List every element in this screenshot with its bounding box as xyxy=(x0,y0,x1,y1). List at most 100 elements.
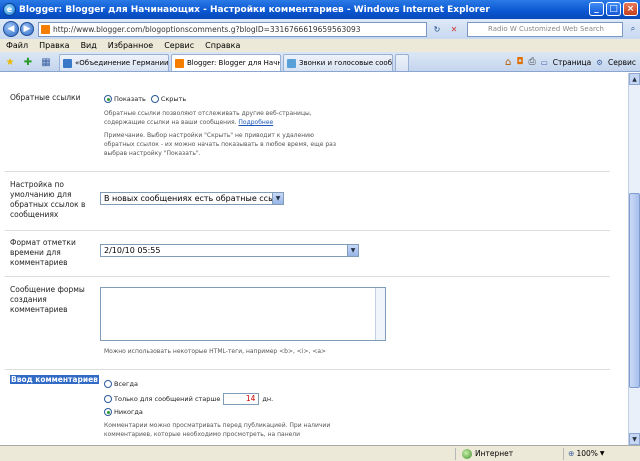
divider xyxy=(5,369,610,370)
search-icon[interactable]: ⌕ xyxy=(626,22,640,36)
menu-view[interactable]: Вид xyxy=(81,41,97,50)
tab-label: Звонки и голосовые сообщ... xyxy=(299,59,393,67)
backlinks-hide-label: Скрыть xyxy=(160,95,187,103)
backlinks-default-label-line1: Настройка по xyxy=(10,180,64,189)
stop-icon[interactable]: ✕ xyxy=(447,22,461,36)
moderation-help: Комментарии можно просматривать перед пу… xyxy=(104,421,334,439)
timestamp-label-line2: времени для xyxy=(10,248,61,257)
moderation-never-option: Никогда xyxy=(104,408,143,416)
backlinks-default-label-line2: умолчанию для xyxy=(10,190,72,199)
menu-tools[interactable]: Сервис xyxy=(164,41,194,50)
divider xyxy=(5,171,610,172)
form-message-label: Сообщение формы создания комментариев xyxy=(10,285,95,315)
older-days-input[interactable]: 14 xyxy=(223,393,260,405)
backlinks-label: Обратные ссылки xyxy=(10,93,81,102)
backlinks-options: Показать Скрыть xyxy=(104,95,186,103)
backlinks-note-line3: выбрав настройку "Показать". xyxy=(104,150,201,157)
address-input[interactable]: http://www.blogger.com/blogoptionscommen… xyxy=(38,21,427,37)
form-message-label-line3: комментариев xyxy=(10,305,68,314)
moderation-always-radio[interactable] xyxy=(104,380,112,388)
backlinks-help-line1: Обратные ссылки позволяют отслеживать др… xyxy=(104,110,312,117)
zoom-dropdown-icon[interactable]: ▼ xyxy=(600,450,605,457)
search-placeholder: Radio W Customized Web Search xyxy=(488,25,604,33)
tab-label: «Объединение Германии: н... xyxy=(75,59,169,67)
zoom-level[interactable]: 100% xyxy=(576,449,597,458)
divider xyxy=(5,230,610,231)
zoom-icon[interactable]: ⊕ xyxy=(568,449,574,458)
backlinks-default-label-line4: сообщениях xyxy=(10,210,59,219)
status-bar: Интернет ⊕ 100% ▼ xyxy=(0,445,640,461)
add-favorites-icon[interactable]: ✚ xyxy=(21,55,35,69)
backlinks-default-value: В новых сообщениях есть обратные ссылки xyxy=(104,194,284,203)
moderation-help-line1: Комментарии можно просматривать перед пу… xyxy=(104,422,331,429)
favorites-star-icon[interactable]: ★ xyxy=(3,55,17,69)
back-arrow-icon[interactable]: ◀ xyxy=(3,21,19,37)
menu-favorites[interactable]: Избранное xyxy=(108,41,153,50)
menu-file[interactable]: Файл xyxy=(6,41,28,50)
forward-arrow-icon[interactable]: ▶ xyxy=(20,22,34,36)
page-content: Обратные ссылки Показать Скрыть Обратные… xyxy=(0,73,628,445)
minimize-button[interactable]: _ xyxy=(589,2,604,16)
scroll-up-icon[interactable]: ▲ xyxy=(629,73,640,85)
menu-edit[interactable]: Правка xyxy=(39,41,69,50)
timestamp-label: Формат отметки времени для комментариев xyxy=(10,238,95,268)
maximize-button[interactable]: □ xyxy=(606,2,621,16)
moderation-help-line2: комментариев, которые необходимо просмот… xyxy=(104,431,301,438)
address-toolbar: ◀ ▶ http://www.blogger.com/blogoptionsco… xyxy=(0,19,640,39)
tab-page-icon xyxy=(63,58,72,68)
timestamp-value: 2/10/10 05:55 xyxy=(104,246,161,255)
tab-germany[interactable]: «Объединение Германии: н... xyxy=(59,54,169,71)
backlinks-default-select[interactable]: В новых сообщениях есть обратные ссылки … xyxy=(100,192,284,205)
form-message-label-line2: создания xyxy=(10,295,47,304)
moderation-older-radio[interactable] xyxy=(104,395,112,403)
print-icon[interactable]: ⎙ xyxy=(528,57,535,67)
form-message-help: Можно использовать некоторые HTML-теги, … xyxy=(104,348,327,355)
moderation-label-text: Ввод комментариев xyxy=(10,375,99,384)
timestamp-label-line1: Формат отметки xyxy=(10,238,76,247)
timestamp-label-line3: комментариев xyxy=(10,258,68,267)
divider xyxy=(5,276,610,277)
timestamp-select[interactable]: 2/10/10 05:55 ▼ xyxy=(100,244,359,257)
form-message-textarea[interactable] xyxy=(100,287,386,341)
backlinks-show-label: Показать xyxy=(114,95,146,103)
new-tab[interactable] xyxy=(395,54,409,71)
scroll-thumb[interactable] xyxy=(629,193,640,388)
moderation-never-radio[interactable] xyxy=(104,408,112,416)
close-button[interactable]: × xyxy=(623,2,638,16)
older-days-suffix: дн. xyxy=(262,395,274,403)
home-icon[interactable]: ⌂ xyxy=(505,57,511,68)
moderation-always-option: Всегда xyxy=(104,380,138,388)
feeds-icon[interactable]: ◘ xyxy=(516,57,523,67)
backlinks-hide-radio[interactable] xyxy=(150,95,159,103)
backlinks-help-line2: содержащие ссылки на ваши сообщения. xyxy=(104,119,237,126)
zone-label: Интернет xyxy=(475,449,514,458)
title-bar: e Blogger: Blogger для Начинающих - Наст… xyxy=(0,0,640,19)
internet-zone-icon xyxy=(462,448,472,459)
refresh-icon[interactable]: ↻ xyxy=(430,22,444,36)
backlinks-show-radio[interactable] xyxy=(104,95,112,103)
chevron-down-icon: ▼ xyxy=(347,245,358,256)
tab-blogger[interactable]: Blogger: Blogger для Начн... × xyxy=(171,54,281,71)
tab-bar: ★ ✚ ▦ «Объединение Германии: н... Blogge… xyxy=(0,52,640,72)
page-scrollbar[interactable]: ▲ ▼ xyxy=(628,73,640,445)
search-input[interactable]: Radio W Customized Web Search xyxy=(467,21,623,37)
backlinks-default-label: Настройка по умолчанию для обратных ссыл… xyxy=(10,180,95,220)
backlinks-default-label-line3: обратных ссылок в xyxy=(10,200,86,209)
chevron-down-icon: ▼ xyxy=(272,193,283,204)
textarea-scrollbar[interactable] xyxy=(375,288,385,340)
scroll-down-icon[interactable]: ▼ xyxy=(629,433,640,445)
tools-menu-button[interactable]: Сервис xyxy=(608,58,636,67)
menu-bar: Файл Правка Вид Избранное Сервис Справка xyxy=(0,39,640,52)
form-message-label-line1: Сообщение формы xyxy=(10,285,85,294)
backlinks-help: Обратные ссылки позволяют отслеживать др… xyxy=(104,109,344,127)
learn-more-link[interactable]: Подробнее xyxy=(238,119,273,126)
quick-tabs-icon[interactable]: ▦ xyxy=(39,55,53,69)
status-divider xyxy=(563,447,565,460)
menu-help[interactable]: Справка xyxy=(205,41,240,50)
moderation-never-label: Никогда xyxy=(114,408,143,416)
tools-menu-icon: ⚙ xyxy=(596,57,603,67)
address-url: http://www.blogger.com/blogoptionscommen… xyxy=(53,24,361,34)
page-menu-button[interactable]: Страница xyxy=(553,58,591,67)
tab-page-icon xyxy=(287,58,296,68)
tab-calls[interactable]: Звонки и голосовые сообщ... xyxy=(283,54,393,71)
